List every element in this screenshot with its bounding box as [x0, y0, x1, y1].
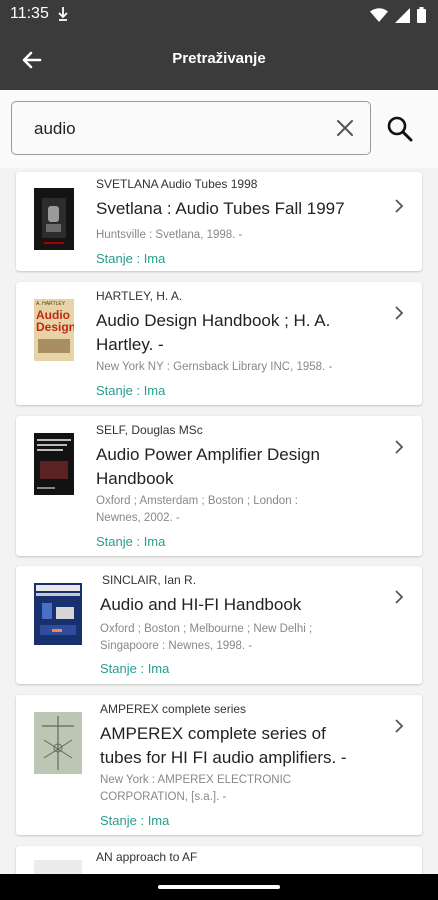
search-row	[0, 90, 438, 168]
result-status: Stanje : Ima	[100, 813, 170, 828]
result-publisher: New York NY : Gernsback Library INC, 195…	[96, 361, 333, 373]
result-card[interactable]: A. HARTLEY Audio Design HARTLEY, H. A. A…	[16, 282, 422, 405]
page-title: Pretraživanje	[172, 50, 266, 67]
result-publisher: Oxford ; Amsterdam ; Boston ; London : N…	[96, 495, 298, 524]
result-author: SINCLAIR, Ian R.	[102, 573, 197, 587]
status-time: 11:35	[10, 5, 49, 22]
battery-icon	[417, 7, 426, 28]
result-author: SVETLANA Audio Tubes 1998	[96, 177, 258, 191]
wifi-icon	[370, 7, 388, 28]
result-publisher: New York : AMPEREX ELECTRONIC CORPORATIO…	[100, 774, 292, 803]
chevron-right-icon	[392, 306, 406, 320]
search-input[interactable]	[32, 116, 326, 142]
result-author: AN approach to AF	[96, 850, 198, 864]
result-card[interactable]: SINCLAIR, Ian R. Audio and HI-FI Handboo…	[16, 566, 422, 684]
chevron-right-icon	[392, 719, 406, 733]
result-card[interactable]: SELF, Douglas MSc Audio Power Amplifier …	[16, 416, 422, 556]
result-author: HARTLEY, H. A.	[96, 289, 183, 303]
result-title: Audio and HI-FI Handbook	[100, 595, 302, 614]
book-cover: A. HARTLEY Audio Design	[34, 299, 74, 361]
download-icon	[58, 6, 68, 27]
book-cover	[34, 712, 82, 774]
clear-icon[interactable]	[334, 117, 356, 139]
chevron-right-icon	[392, 590, 406, 604]
chevron-right-icon	[392, 199, 406, 213]
result-title: Audio Power Amplifier Design Handbook	[96, 445, 320, 488]
system-nav-bar	[0, 874, 438, 900]
result-title: Svetlana : Audio Tubes Fall 1997	[96, 199, 345, 218]
cover-art	[38, 339, 70, 353]
status-bar: 11:35	[0, 0, 438, 30]
book-cover	[34, 433, 74, 495]
app-bar: Pretraživanje	[0, 30, 438, 90]
result-card[interactable]: SVETLANA Audio Tubes 1998 Svetlana : Aud…	[16, 172, 422, 271]
result-card[interactable]: AN approach to AF	[16, 846, 422, 874]
book-cover	[34, 583, 82, 645]
home-indicator[interactable]	[158, 885, 280, 889]
book-cover	[34, 188, 74, 250]
result-author: AMPEREX complete series	[100, 702, 247, 716]
search-field	[11, 101, 371, 155]
result-status: Stanje : Ima	[96, 251, 166, 266]
result-status: Stanje : Ima	[100, 661, 170, 676]
result-author: SELF, Douglas MSc	[96, 423, 203, 437]
result-publisher: Oxford ; Boston ; Melbourne ; New Delhi …	[100, 623, 313, 652]
results-list: SVETLANA Audio Tubes 1998 Svetlana : Aud…	[0, 168, 438, 874]
result-status: Stanje : Ima	[96, 383, 166, 398]
signal-icon	[395, 7, 410, 28]
cover-text: Audio Design	[36, 308, 74, 334]
result-title: AMPEREX complete series of tubes for HI …	[100, 724, 347, 767]
book-cover	[34, 860, 82, 874]
result-card[interactable]: AMPEREX complete series AMPEREX complete…	[16, 695, 422, 835]
cover-text: A. HARTLEY	[36, 301, 66, 307]
result-title: Audio Design Handbook ; H. A. Hartley. -	[96, 311, 331, 354]
result-publisher: Huntsville : Svetlana, 1998. -	[96, 229, 243, 241]
search-icon[interactable]	[386, 115, 414, 143]
result-status: Stanje : Ima	[96, 534, 166, 549]
chevron-right-icon	[392, 440, 406, 454]
